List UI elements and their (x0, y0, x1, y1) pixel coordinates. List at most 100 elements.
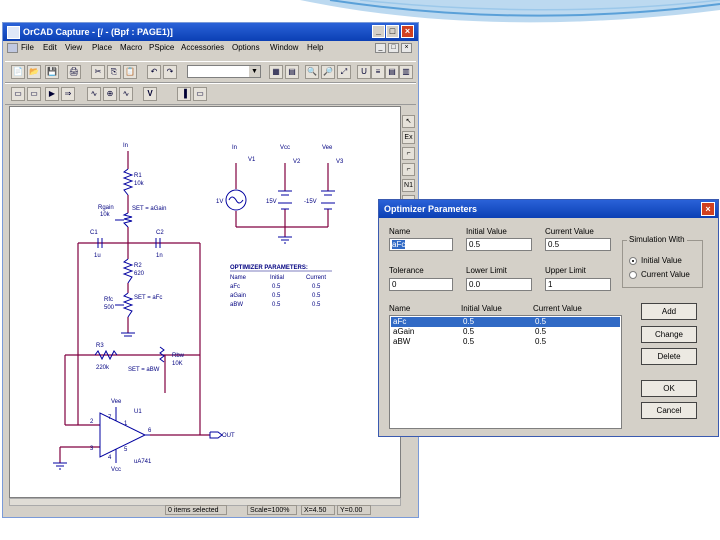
parameter-list[interactable]: aFc 0.5 0.5 aGain 0.5 0.5 aBW 0.5 0.5 (389, 315, 622, 429)
radio-initial-value[interactable] (629, 257, 637, 265)
zoom-fit-icon[interactable]: ⤢ (337, 65, 351, 79)
svg-text:0.5: 0.5 (272, 293, 281, 299)
title-bar[interactable]: OrCAD Capture - [/ - (Bpf : PAGE1)] _ □ … (3, 23, 418, 41)
current-value-field[interactable]: 0.5 (545, 238, 611, 251)
upper-limit-field[interactable]: 1 (545, 278, 611, 291)
pspice-toolbar: ▭ ▭ ▶ ⇒ ∿ ⊕ ∿ V ▐ ▭ (5, 83, 416, 105)
list-header-name[interactable]: Name (389, 304, 410, 313)
svg-text:1u: 1u (94, 253, 101, 259)
menu-pspice[interactable]: PSpice (149, 43, 174, 52)
ok-button[interactable]: OK (641, 380, 697, 397)
probe-wave-icon[interactable]: ∿ (87, 87, 101, 101)
minimize-button[interactable]: _ (372, 25, 385, 38)
redo-icon[interactable]: ↷ (163, 65, 177, 79)
dialog-close-button[interactable]: × (701, 202, 715, 216)
svg-text:In: In (123, 143, 128, 149)
place-bus-icon[interactable]: ⌐ (402, 163, 415, 176)
mdi-restore-button[interactable]: □ (388, 43, 399, 53)
place-part-icon[interactable]: Ex (402, 131, 415, 144)
svg-text:15V: 15V (266, 199, 277, 205)
marker-icon[interactable]: ⊕ (103, 87, 117, 101)
name-field[interactable]: aFc (389, 238, 453, 251)
part-browse-icon[interactable]: ▦ (269, 65, 283, 79)
sim-profile-new-icon[interactable]: ▭ (11, 87, 25, 101)
menu-options[interactable]: Options (232, 43, 260, 52)
list-header-initial[interactable]: Initial Value (461, 304, 502, 313)
radio-current-value[interactable] (629, 271, 637, 279)
net-alias-icon[interactable]: N1 (402, 179, 415, 192)
svg-text:Name: Name (230, 275, 247, 281)
optimizer-parameters-dialog: Optimizer Parameters × Name aFc Initial … (378, 199, 719, 437)
cut-icon[interactable]: ✂ (91, 65, 105, 79)
run-icon[interactable]: ▶ (45, 87, 59, 101)
list-item[interactable]: aFc 0.5 0.5 (391, 317, 620, 327)
mdi-close-button[interactable]: × (401, 43, 412, 53)
annotate-icon[interactable]: U (357, 65, 371, 79)
paste-icon[interactable]: 📋 (123, 65, 137, 79)
document-icon[interactable] (7, 43, 18, 53)
svg-text:C1: C1 (90, 230, 98, 236)
list-item[interactable]: aGain 0.5 0.5 (391, 327, 620, 337)
lower-limit-field[interactable]: 0.0 (466, 278, 532, 291)
drc-icon[interactable]: ≡ (371, 65, 385, 79)
sim-profile-edit-icon[interactable]: ▭ (27, 87, 41, 101)
window-title: OrCAD Capture - [/ - (Bpf : PAGE1)] (23, 27, 173, 37)
cancel-button[interactable]: Cancel (641, 402, 697, 419)
maximize-button[interactable]: □ (386, 25, 399, 38)
status-bar: 0 items selected Scale=100% X=4.50 Y=0.0… (5, 505, 415, 516)
voltage-marker-icon[interactable]: V (143, 87, 157, 101)
menu-edit[interactable]: Edit (43, 43, 57, 52)
open-icon[interactable]: 📂 (27, 65, 41, 79)
part-select[interactable]: ▼ (187, 65, 261, 78)
copy-icon[interactable]: ⎘ (107, 65, 121, 79)
menu-macro[interactable]: Macro (120, 43, 142, 52)
current-marker-icon[interactable]: ▐ (177, 87, 191, 101)
mdi-minimize-button[interactable]: _ (375, 43, 386, 53)
tolerance-field[interactable]: 0 (389, 278, 453, 291)
svg-text:7: 7 (108, 415, 112, 421)
menu-help[interactable]: Help (307, 43, 323, 52)
zoom-out-icon[interactable]: 🔎 (321, 65, 335, 79)
app-icon (7, 26, 20, 39)
add-button[interactable]: Add (641, 303, 697, 320)
menu-file[interactable]: File (21, 43, 34, 52)
new-icon[interactable]: 📄 (11, 65, 25, 79)
crossref-icon[interactable]: ▥ (399, 65, 413, 79)
svg-text:R2: R2 (134, 263, 142, 269)
svg-text:1V: 1V (216, 199, 223, 205)
undo-icon[interactable]: ↶ (147, 65, 161, 79)
save-icon[interactable]: 💾 (45, 65, 59, 79)
initial-value-field[interactable]: 0.5 (466, 238, 532, 251)
status-x: X=4.50 (301, 505, 335, 515)
radio-current-label: Current Value (641, 270, 690, 279)
list-header-current[interactable]: Current Value (533, 304, 582, 313)
main-toolbar: 📄 📂 💾 🖨 ✂ ⎘ 📋 ↶ ↷ ▼ ▦ ▤ 🔍 🔎 ⤢ U ≡ ▤ ▥ (5, 61, 416, 83)
place-wire-icon[interactable]: ⌐ (402, 147, 415, 160)
change-button[interactable]: Change (641, 326, 697, 343)
power-marker-icon[interactable]: ▭ (193, 87, 207, 101)
menu-window[interactable]: Window (270, 43, 298, 52)
voltage-diff-icon[interactable]: ∿ (119, 87, 133, 101)
zoom-in-icon[interactable]: 🔍 (305, 65, 319, 79)
results-icon[interactable]: ⇒ (61, 87, 75, 101)
svg-text:aBW: aBW (230, 302, 243, 308)
bom-icon[interactable]: ▤ (285, 65, 299, 79)
status-scale: Scale=100% (247, 505, 297, 515)
menu-bar: File Edit View Place Macro PSpice Access… (3, 41, 418, 55)
svg-text:Rbw: Rbw (172, 353, 185, 359)
menu-place[interactable]: Place (92, 43, 112, 52)
menu-view[interactable]: View (65, 43, 82, 52)
svg-text:4: 4 (108, 455, 112, 461)
print-icon[interactable]: 🖨 (67, 65, 81, 79)
dialog-title-bar[interactable]: Optimizer Parameters × (379, 200, 718, 218)
schematic-labels: In R1 10k Rgain 10k SET = aGain C1 1u C2… (90, 143, 344, 473)
netlist-icon[interactable]: ▤ (385, 65, 399, 79)
name-label: Name (389, 227, 411, 236)
select-arrow-icon[interactable]: ↖ (402, 115, 415, 128)
schematic-canvas[interactable]: In R1 10k Rgain 10k SET = aGain C1 1u C2… (9, 106, 401, 498)
svg-text:Current: Current (306, 275, 326, 281)
close-button[interactable]: × (401, 25, 414, 38)
menu-accessories[interactable]: Accessories (181, 43, 224, 52)
list-item[interactable]: aBW 0.5 0.5 (391, 337, 620, 347)
delete-button[interactable]: Delete (641, 348, 697, 365)
